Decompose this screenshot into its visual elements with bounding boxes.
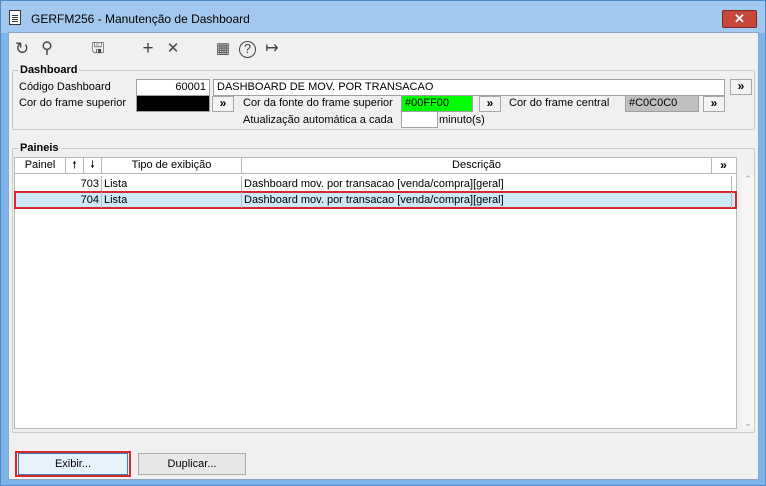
duplicar-button[interactable]: Duplicar...	[138, 453, 246, 475]
cell-descricao: Dashboard mov. por transacao [venda/comp…	[242, 176, 732, 192]
dashboard-group-title: Dashboard	[18, 63, 80, 77]
table-scrollbar[interactable]: ⌃ ⌄	[742, 174, 754, 429]
cor-frame-superior-button[interactable]: »	[212, 96, 234, 112]
scroll-up-icon[interactable]: ⌃	[742, 174, 754, 185]
cell-descricao: Dashboard mov. por transacao [venda/comp…	[242, 192, 732, 208]
add-icon[interactable]: +	[139, 39, 157, 58]
delete-icon[interactable]: ✕	[164, 40, 182, 58]
close-button[interactable]: ✕	[722, 10, 757, 28]
col-tipo-exibicao[interactable]: Tipo de exibição	[102, 158, 242, 173]
sort-down-icon[interactable]: 🠗	[84, 158, 102, 173]
columns-more-button[interactable]: »	[712, 158, 735, 173]
atualizacao-field[interactable]	[401, 111, 438, 128]
col-descricao[interactable]: Descrição	[242, 158, 712, 173]
cor-frame-superior-label: Cor do frame superior	[19, 97, 126, 109]
col-painel[interactable]: Painel	[15, 158, 66, 173]
cor-fonte-button[interactable]: »	[479, 96, 501, 112]
help-icon[interactable]: ?	[239, 41, 256, 58]
window-title: GERFM256 - Manutenção de Dashboard	[31, 12, 250, 26]
main-panel: ↻ ⚲ 🖫 + ✕ ▦ ? ↦ Dashboard Código Dashboa…	[8, 32, 759, 480]
minutos-label: minuto(s)	[439, 114, 485, 126]
dashboard-group: Dashboard Código Dashboard 60001 DASHBOA…	[12, 63, 755, 130]
sort-up-icon[interactable]: 🠕	[66, 158, 84, 173]
table-row-selected[interactable]: 704 Lista Dashboard mov. por transacao […	[14, 191, 737, 209]
save-icon[interactable]: 🖫	[89, 40, 107, 58]
toolbar: ↻ ⚲ 🖫 + ✕ ▦ ? ↦	[9, 33, 758, 63]
cor-fonte-field[interactable]: #00FF00	[401, 95, 473, 112]
codigo-label: Código Dashboard	[19, 81, 111, 93]
exibir-button[interactable]: Exibir...	[18, 453, 128, 475]
cell-painel: 703	[15, 176, 102, 192]
document-icon	[9, 10, 21, 25]
table-header: Painel 🠕 🠗 Tipo de exibição Descrição »	[15, 158, 736, 174]
cor-fonte-label: Cor da fonte do frame superior	[243, 97, 393, 109]
paineis-group-title: Paineis	[18, 141, 61, 155]
app-window: GERFM256 - Manutenção de Dashboard ✕ ↻ ⚲…	[0, 0, 766, 486]
cor-frame-central-button[interactable]: »	[703, 96, 725, 112]
cell-tipo: Lista	[102, 176, 242, 192]
table-row[interactable]: 703 Lista Dashboard mov. por transacao […	[15, 176, 736, 192]
calendar-icon[interactable]: ▦	[214, 40, 232, 58]
codigo-field[interactable]: 60001	[136, 79, 210, 96]
cor-frame-superior-field[interactable]	[136, 95, 210, 112]
atualizacao-label: Atualização automática a cada	[243, 114, 393, 126]
refresh-icon[interactable]: ↻	[13, 40, 31, 58]
title-bar: GERFM256 - Manutenção de Dashboard ✕	[1, 1, 765, 33]
dashboard-more-button[interactable]: »	[730, 79, 752, 95]
scroll-down-icon[interactable]: ⌄	[742, 418, 754, 429]
cor-frame-central-label: Cor do frame central	[509, 97, 610, 109]
paineis-table: Painel 🠕 🠗 Tipo de exibição Descrição » …	[14, 157, 737, 429]
cell-tipo: Lista	[102, 192, 242, 208]
cor-frame-central-field[interactable]: #C0C0C0	[625, 95, 699, 112]
search-icon[interactable]: ⚲	[38, 40, 56, 58]
descricao-field[interactable]: DASHBOARD DE MOV. POR TRANSACAO	[213, 79, 725, 96]
cell-painel: 704	[15, 192, 102, 208]
exit-icon[interactable]: ↦	[263, 40, 281, 58]
